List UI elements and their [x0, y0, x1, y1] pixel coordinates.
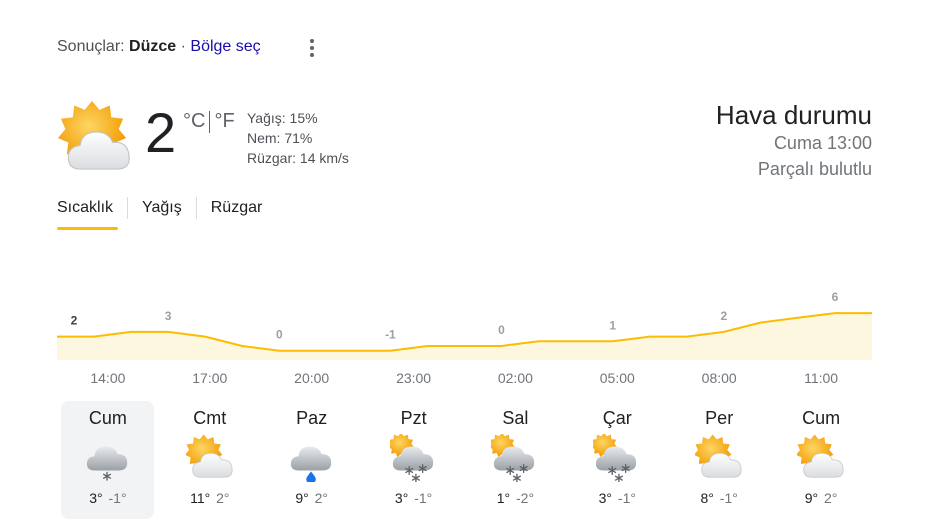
tab-temperature[interactable]: Sıcaklık: [57, 197, 127, 219]
location-separator: ·: [180, 38, 186, 55]
change-location-link[interactable]: Bölge seç: [190, 38, 260, 55]
forecast-high: 8°: [700, 490, 714, 506]
partly-cloudy-snow-icon: [593, 434, 637, 482]
chart-tick-label: 17:00: [192, 370, 228, 386]
forecast-low: -1°: [719, 490, 738, 506]
more-options-icon[interactable]: [302, 38, 322, 58]
chart-tick-label: 08:00: [701, 370, 737, 386]
chart-area-fill: [57, 313, 872, 360]
cloud-snow-icon: [86, 446, 128, 481]
forecast-low: 2°: [216, 490, 230, 506]
forecast-low: -2°: [516, 490, 535, 506]
forecast-day-card[interactable]: Çar 3° -1°: [571, 401, 664, 519]
daily-forecast: Cum 3° -1° Cmt 11° 2° Paz 9° 2° Pzt 3° -1° Sal 1°…: [57, 401, 872, 521]
partly-cloudy-icon: [185, 434, 233, 478]
precipitation-text: Yağış: 15%: [247, 110, 318, 126]
forecast-high: 3°: [394, 490, 409, 506]
forecast-low: -1°: [108, 490, 127, 506]
chart-data-label: 1: [609, 318, 616, 332]
forecast-day-name: Cmt: [193, 408, 227, 428]
forecast-day-name: Çar: [602, 408, 632, 428]
partly-cloudy-snow-icon: [389, 434, 433, 482]
current-time: Cuma 13:00: [773, 133, 872, 153]
forecast-day-card[interactable]: Cum 9° 2°: [775, 401, 868, 519]
forecast-low: 2°: [314, 490, 329, 506]
humidity-text: Nem: 71%: [247, 130, 313, 146]
location-bar: Sonuçlar: Düzce · Bölge seç: [57, 38, 261, 56]
chart-data-label: 3: [165, 309, 172, 323]
cloud-rain-icon: [290, 446, 331, 482]
tab-precipitation[interactable]: Yağış: [127, 197, 196, 219]
forecast-temps: 3° -1°: [61, 490, 154, 506]
active-tab-indicator: [57, 227, 118, 230]
forecast-day-card[interactable]: Cum 3° -1°: [61, 401, 155, 519]
partly-cloudy-icon: [695, 434, 742, 478]
weather-header: Hava durumu Cuma 13:00 Parçalı bulutlu: [716, 100, 872, 182]
chart-data-label: -1: [385, 328, 396, 342]
unit-celsius[interactable]: °C: [183, 110, 205, 133]
chart-data-label: 2: [720, 309, 727, 323]
chart-data-label: 0: [276, 328, 283, 342]
chart-tick-label: 05:00: [599, 370, 635, 386]
forecast-high: 3°: [598, 490, 613, 506]
forecast-day-card[interactable]: Sal 1° -2°: [469, 401, 562, 519]
forecast-low: -1°: [617, 490, 636, 506]
weather-details: Yağış: 15% Nem: 71% Rüzgar: 14 km/s: [247, 108, 349, 168]
forecast-day-card[interactable]: Paz 9° 2°: [265, 401, 358, 519]
partly-cloudy-icon: [58, 101, 130, 170]
chart-data-label: 2: [71, 314, 78, 328]
partly-cloudy-icon: [797, 434, 844, 478]
chart-tick-label: 20:00: [294, 370, 330, 386]
forecast-high: 11°: [190, 490, 211, 506]
temperature-chart: 2 3 0 -1 0 1 2 6: [57, 290, 872, 360]
weather-title: Hava durumu: [715, 100, 872, 130]
location-prefix: Sonuçlar:: [57, 38, 125, 55]
chart-data-label: 0: [498, 323, 505, 337]
forecast-temps: 3° -1°: [571, 490, 664, 506]
partly-cloudy-snow-icon: [491, 434, 535, 482]
forecast-high: 1°: [496, 490, 511, 506]
current-condition: Parçalı bulutlu: [757, 159, 872, 179]
forecast-high: 9°: [804, 490, 819, 506]
forecast-day-name: Sal: [502, 408, 529, 428]
forecast-day-name: Pzt: [400, 408, 427, 428]
forecast-low: -1°: [414, 490, 433, 506]
chart-tick-label: 23:00: [396, 370, 432, 386]
forecast-temps: 11° 2°: [163, 490, 256, 506]
chart-tick-label: 14:00: [90, 370, 126, 386]
wind-text: Rüzgar: 14 km/s: [247, 150, 349, 166]
chart-tabs: Sıcaklık Yağış Rüzgar: [57, 197, 276, 219]
location-city: Düzce: [129, 38, 177, 55]
forecast-high: 3°: [89, 490, 103, 506]
chart-tick-label: 02:00: [497, 370, 533, 386]
forecast-day-card[interactable]: Cmt 11° 2°: [163, 401, 256, 519]
forecast-temps: 8° -1°: [673, 490, 766, 506]
unit-switcher: °C °F: [183, 110, 235, 133]
current-temperature: 2: [145, 101, 177, 164]
tab-wind[interactable]: Rüzgar: [195, 197, 277, 219]
forecast-temps: 1° -2°: [469, 490, 562, 506]
forecast-day-name: Cum: [88, 408, 127, 428]
forecast-day-name: Paz: [296, 408, 328, 428]
unit-fahrenheit[interactable]: °F: [214, 110, 234, 133]
chart-tick-label: 11:00: [804, 370, 839, 386]
forecast-day-card[interactable]: Pzt 3° -1°: [367, 401, 460, 519]
forecast-temps: 9° 2°: [775, 490, 868, 506]
forecast-temps: 9° 2°: [265, 490, 358, 506]
forecast-day-card[interactable]: Per 8° -1°: [673, 401, 766, 519]
forecast-high: 9°: [295, 490, 309, 506]
chart-time-axis: 14:00 17:00 20:00 23:00 02:00 05:00 08:00 11:00: [57, 370, 872, 388]
forecast-low: 2°: [824, 490, 838, 506]
unit-separator: [209, 110, 211, 133]
forecast-day-name: Per: [705, 408, 734, 428]
chart-data-label: 6: [832, 290, 839, 304]
forecast-day-name: Cum: [802, 408, 841, 428]
forecast-temps: 3° -1°: [367, 490, 460, 506]
